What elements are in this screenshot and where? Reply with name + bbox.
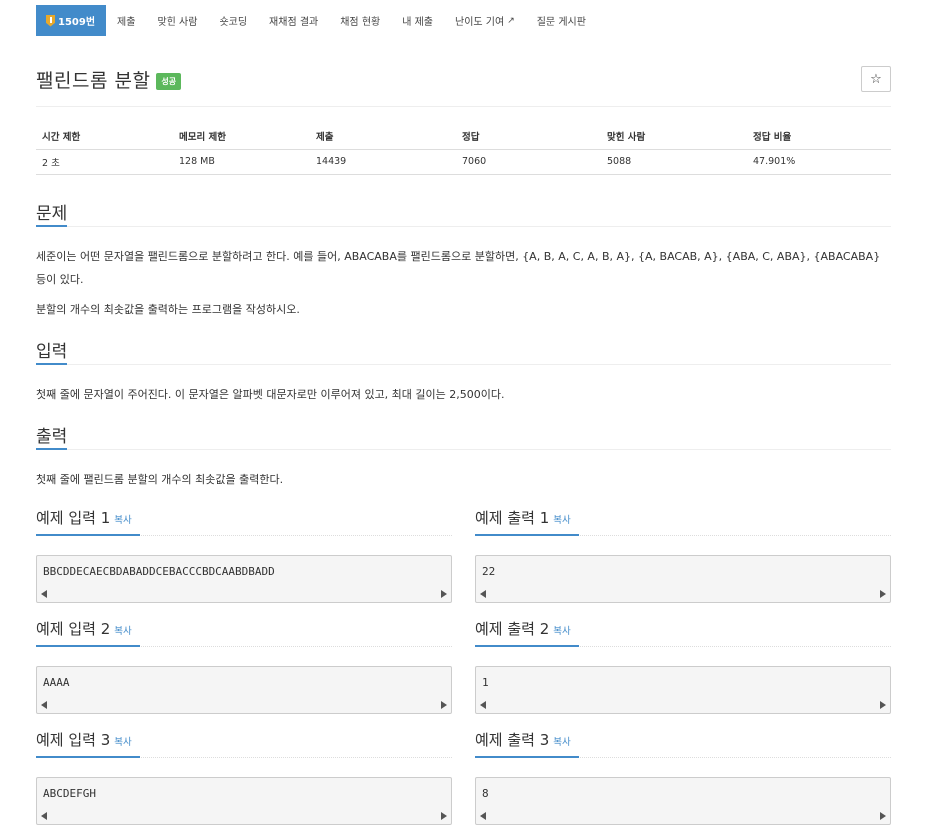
scroll-left-icon[interactable] [41, 812, 47, 820]
value-accepted: 7060 [456, 149, 601, 175]
header-solved-users: 맞힌 사람 [601, 124, 747, 150]
scroll-left-icon[interactable] [480, 590, 486, 598]
tab-problem-label: 1509번 [58, 17, 96, 28]
sample-output-1-title: 예제 출력 1 복사 [475, 507, 571, 528]
favorite-star-button[interactable]: ☆ [861, 66, 891, 92]
scroll-right-icon[interactable] [441, 812, 447, 820]
table-row: 2 초 128 MB 14439 7060 5088 47.901% [36, 149, 891, 175]
sample-underline [475, 756, 579, 758]
sample-input-2-title: 예제 입력 2 복사 [36, 618, 132, 639]
table-header-row: 시간 제한 메모리 제한 제출 정답 맞힌 사람 정답 비율 [36, 124, 891, 150]
external-link-icon: ↗ [507, 15, 515, 26]
sample-underline [36, 756, 140, 758]
sample-output-2-title: 예제 출력 2 복사 [475, 618, 571, 639]
sample-input-1-title: 예제 입력 1 복사 [36, 507, 132, 528]
section-divider [36, 364, 891, 365]
sample-output-1-box[interactable]: 22 [475, 555, 891, 603]
sample-underline [475, 534, 579, 536]
copy-link[interactable]: 복사 [114, 737, 131, 748]
tab-question-board[interactable]: 질문 게시판 [526, 5, 597, 36]
section-divider [36, 226, 891, 227]
tab-short-coding[interactable]: 숏코딩 [208, 5, 258, 36]
header-submissions: 제출 [310, 124, 456, 150]
sample-title-text: 예제 입력 3 [36, 731, 111, 749]
value-solved-users: 5088 [601, 149, 747, 175]
sample-title-text: 예제 출력 2 [475, 620, 550, 638]
tier-badge-icon [46, 14, 55, 27]
section-title-description: 문제 [36, 204, 68, 224]
copy-link[interactable]: 복사 [114, 515, 131, 526]
sample-input-2-data: AAAA [43, 676, 70, 689]
value-memory-limit: 128 MB [173, 149, 310, 175]
tab-difficulty-contribution[interactable]: 난이도 기여 ↗ [444, 5, 526, 36]
sample-output-3-box[interactable]: 8 [475, 777, 891, 825]
scroll-right-icon[interactable] [880, 590, 886, 598]
sample-output-1-data: 22 [482, 565, 496, 578]
problem-info-table: 시간 제한 메모리 제한 제출 정답 맞힌 사람 정답 비율 2 초 128 M… [36, 124, 891, 175]
section-title-input: 입력 [36, 342, 68, 362]
description-paragraph-2: 분할의 개수의 최솟값을 출력하는 프로그램을 작성하시오. [36, 303, 300, 316]
sample-title-text: 예제 입력 2 [36, 620, 111, 638]
sample-underline [36, 645, 140, 647]
page-title: 팰린드롬 분할 [36, 70, 151, 92]
value-submissions: 14439 [310, 149, 456, 175]
description-paragraph: 세준이는 어떤 문자열을 팰린드롬으로 분할하려고 한다. 예를 들어, ABA… [36, 245, 891, 291]
tab-solved-users[interactable]: 맞힌 사람 [146, 5, 208, 36]
tab-rejudge-results[interactable]: 재채점 결과 [258, 5, 329, 36]
sample-input-1-data: BBCDDECAECBDABADDCEBACCCBDCAABDBADD [43, 565, 275, 578]
scroll-right-icon[interactable] [441, 701, 447, 709]
sample-title-text: 예제 입력 1 [36, 509, 111, 527]
copy-link[interactable]: 복사 [553, 737, 570, 748]
copy-link[interactable]: 복사 [114, 626, 131, 637]
scroll-left-icon[interactable] [41, 590, 47, 598]
section-divider [36, 449, 891, 450]
section-underline [36, 363, 67, 365]
header-time-limit: 시간 제한 [36, 124, 173, 150]
value-time-limit: 2 초 [36, 149, 173, 175]
scroll-left-icon[interactable] [480, 701, 486, 709]
tab-my-submissions[interactable]: 내 제출 [391, 5, 444, 36]
tab-judge-status[interactable]: 채점 현황 [329, 5, 391, 36]
section-underline [36, 225, 67, 227]
tab-difficulty-label: 난이도 기여 [455, 17, 505, 28]
scroll-left-icon[interactable] [480, 812, 486, 820]
problem-nav: 1509번 제출 맞힌 사람 숏코딩 재채점 결과 채점 현황 내 제출 난이도… [36, 5, 597, 36]
scroll-left-icon[interactable] [41, 701, 47, 709]
sample-input-3-title: 예제 입력 3 복사 [36, 729, 132, 750]
sample-output-2-data: 1 [482, 676, 489, 689]
copy-link[interactable]: 복사 [553, 515, 570, 526]
sample-input-1-box[interactable]: BBCDDECAECBDABADDCEBACCCBDCAABDBADD [36, 555, 452, 603]
sample-output-3-title: 예제 출력 3 복사 [475, 729, 571, 750]
sample-underline [475, 645, 579, 647]
tab-submit[interactable]: 제출 [106, 5, 146, 36]
sample-output-2-box[interactable]: 1 [475, 666, 891, 714]
tab-problem[interactable]: 1509번 [36, 5, 107, 36]
sample-title-text: 예제 출력 1 [475, 509, 550, 527]
output-description: 첫째 줄에 팰린드롬 분할의 개수의 최솟값을 출력한다. [36, 473, 284, 486]
sample-underline [36, 534, 140, 536]
description-line-1: 세준이는 어떤 문자열을 팰린드롬으로 분할하려고 한다. 예를 들어, ABA… [36, 250, 881, 263]
value-accept-ratio: 47.901% [747, 149, 891, 175]
input-description: 첫째 줄에 문자열이 주어진다. 이 문자열은 알파벳 대문자로만 이루어져 있… [36, 388, 505, 401]
sample-input-3-box[interactable]: ABCDEFGH [36, 777, 452, 825]
section-title-output: 출력 [36, 427, 68, 447]
description-line-2: 등이 있다. [36, 273, 84, 286]
sample-input-2-box[interactable]: AAAA [36, 666, 452, 714]
star-icon: ☆ [870, 71, 882, 87]
sample-title-text: 예제 출력 3 [475, 731, 550, 749]
status-badge: 성공 [156, 73, 182, 90]
header-accepted: 정답 [456, 124, 601, 150]
sample-output-3-data: 8 [482, 787, 489, 800]
section-underline [36, 448, 67, 450]
title-divider [36, 106, 891, 107]
scroll-right-icon[interactable] [441, 590, 447, 598]
problem-title-row: 팰린드롬 분할 성공 [36, 66, 182, 93]
header-memory-limit: 메모리 제한 [173, 124, 310, 150]
scroll-right-icon[interactable] [880, 701, 886, 709]
copy-link[interactable]: 복사 [553, 626, 570, 637]
header-accept-ratio: 정답 비율 [747, 124, 891, 150]
sample-input-3-data: ABCDEFGH [43, 787, 96, 800]
scroll-right-icon[interactable] [880, 812, 886, 820]
